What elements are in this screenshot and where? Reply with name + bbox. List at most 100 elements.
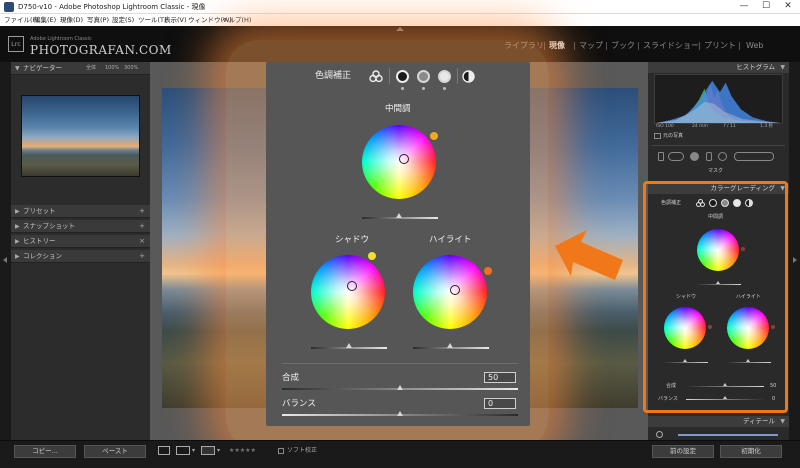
top-panel-toggle-icon[interactable] — [396, 27, 404, 31]
copy-button[interactable]: コピー... — [14, 445, 76, 458]
loupe-view-icon[interactable] — [158, 446, 170, 455]
divider — [389, 68, 390, 84]
pointer-arrow-icon — [555, 230, 623, 280]
zoom-fit[interactable]: 全体 — [86, 64, 96, 73]
histogram-header[interactable]: ヒストグラム ▼ — [648, 62, 789, 73]
indicator-dot — [443, 87, 446, 90]
before-after-view-icon[interactable] — [176, 446, 190, 455]
aperture-info: f / 11 — [724, 124, 736, 129]
brush-tool-icon[interactable] — [734, 152, 774, 161]
expand-triangle-icon: ▶ — [15, 238, 20, 245]
soft-proof-checkbox[interactable] — [278, 448, 284, 454]
original-photo-label: 元の写真 — [663, 133, 684, 139]
slider-thumb[interactable] — [397, 385, 403, 390]
highlights-view-icon[interactable] — [438, 70, 451, 83]
right-panel-toggle[interactable] — [789, 62, 800, 468]
lrc-logo: Lrc — [8, 36, 24, 52]
menu-settings[interactable]: 設定(S) — [112, 14, 134, 26]
zoom-300[interactable]: 300% — [124, 64, 138, 73]
masking-icon[interactable] — [718, 152, 727, 161]
view-mode-dropdown-icon[interactable]: ▾ — [192, 446, 195, 456]
history-label: ヒストリー — [23, 237, 56, 245]
balance-label: バランス — [282, 399, 316, 409]
yy-view-icon[interactable] — [201, 446, 215, 455]
separator — [282, 363, 518, 364]
module-map[interactable]: マップ — [579, 41, 603, 51]
module-divider — [574, 42, 575, 50]
mask-label: マスク — [708, 168, 724, 174]
zoom-100[interactable]: 100% — [105, 64, 119, 73]
left-panel: ▼ ナビゲーター 全体 100% 300% ▶ プリセット + ▶ スナップショ… — [11, 62, 150, 440]
zoom-icon[interactable] — [656, 431, 663, 438]
slider-thumb[interactable] — [397, 411, 403, 416]
navigator-preview[interactable] — [21, 95, 140, 177]
navigator-label: ナビゲーター — [23, 64, 62, 72]
red-eye-icon[interactable] — [706, 152, 712, 161]
menu-photo[interactable]: 写真(P) — [87, 14, 109, 26]
menu-view[interactable]: 表示(V) — [164, 14, 187, 26]
slider-thumb[interactable] — [447, 343, 453, 348]
menu-develop[interactable]: 現像(D) — [60, 14, 83, 26]
clear-icon[interactable]: × — [139, 235, 145, 248]
collections-header[interactable]: ▶ コレクション + — [11, 250, 150, 263]
midtones-hue-dot — [430, 132, 438, 140]
expand-triangle-icon: ▶ — [15, 208, 20, 215]
module-book[interactable]: ブック — [611, 41, 635, 51]
shadows-view-icon[interactable] — [396, 70, 409, 83]
separator — [652, 145, 785, 146]
grid-tool-icon[interactable] — [658, 152, 664, 161]
midtones-wheel-handle[interactable] — [399, 154, 409, 164]
tool-strip — [654, 150, 783, 163]
module-print[interactable]: プリント — [704, 41, 736, 51]
spot-removal-icon[interactable] — [690, 152, 699, 161]
collapse-triangle-icon: ▼ — [15, 65, 20, 72]
focal-info: 24 mm — [692, 124, 708, 129]
view-mode-dropdown-icon[interactable]: ▾ — [217, 446, 220, 456]
navigator-header[interactable]: ▼ ナビゲーター 全体 100% 300% — [11, 62, 150, 75]
add-icon[interactable]: + — [139, 250, 145, 263]
detail-header[interactable]: ディテール ▼ — [648, 416, 789, 427]
lightroom-app-icon — [4, 2, 14, 12]
shadows-wheel-handle[interactable] — [347, 281, 357, 291]
minimize-button[interactable]: — — [733, 0, 755, 14]
blending-value[interactable]: 50 — [484, 372, 516, 383]
crop-tool-icon[interactable] — [668, 152, 684, 161]
midtones-label: 中間調 — [385, 104, 411, 114]
maximize-button[interactable]: ☐ — [755, 0, 777, 14]
snapshots-header[interactable]: ▶ スナップショット + — [11, 220, 150, 233]
balance-value[interactable]: 0 — [484, 398, 516, 409]
module-web[interactable]: Web — [746, 41, 763, 51]
identity-plate: PHOTOGRAFAN.COM — [30, 43, 172, 57]
add-icon[interactable]: + — [139, 220, 145, 233]
shadows-color-wheel[interactable] — [311, 255, 385, 329]
presets-label: プリセット — [23, 207, 56, 215]
color-grading-enlarged-panel: 色調補正 中間調 シャドウ ハイライト 合成 50 バランス 0 — [266, 62, 530, 426]
add-icon[interactable]: + — [139, 205, 145, 218]
menu-tools[interactable]: ツール(T) — [138, 14, 167, 26]
menu-edit[interactable]: 編集(E) — [34, 14, 56, 26]
global-view-icon[interactable] — [462, 70, 475, 83]
presets-header[interactable]: ▶ プリセット + — [11, 205, 150, 218]
three-way-view-icon[interactable] — [369, 70, 383, 82]
left-panel-toggle[interactable] — [0, 62, 11, 468]
history-header[interactable]: ▶ ヒストリー × — [11, 235, 150, 248]
module-develop[interactable]: 現像 — [549, 41, 565, 51]
checkbox[interactable] — [654, 133, 661, 139]
module-slideshow[interactable]: スライドショー — [643, 41, 699, 51]
rating-stars[interactable]: ★★★★★ — [229, 446, 256, 456]
slider-thumb[interactable] — [396, 213, 402, 218]
blending-label: 合成 — [282, 373, 300, 383]
close-button[interactable]: ✕ — [777, 0, 799, 14]
color-grading-highlight-box — [643, 181, 788, 413]
previous-settings-button[interactable]: 前の設定 — [652, 445, 714, 458]
menu-help[interactable]: ヘルプ(H) — [222, 14, 251, 26]
collapse-triangle-icon: ▼ — [780, 64, 785, 71]
histogram-chart — [654, 74, 783, 124]
highlights-wheel-handle[interactable] — [450, 285, 460, 295]
detail-slider[interactable] — [678, 434, 778, 436]
slider-thumb[interactable] — [346, 343, 352, 348]
midtones-view-icon[interactable] — [417, 70, 430, 83]
paste-button[interactable]: ペースト — [84, 445, 146, 458]
indicator-dot — [422, 87, 425, 90]
reset-button[interactable]: 初期化 — [720, 445, 782, 458]
